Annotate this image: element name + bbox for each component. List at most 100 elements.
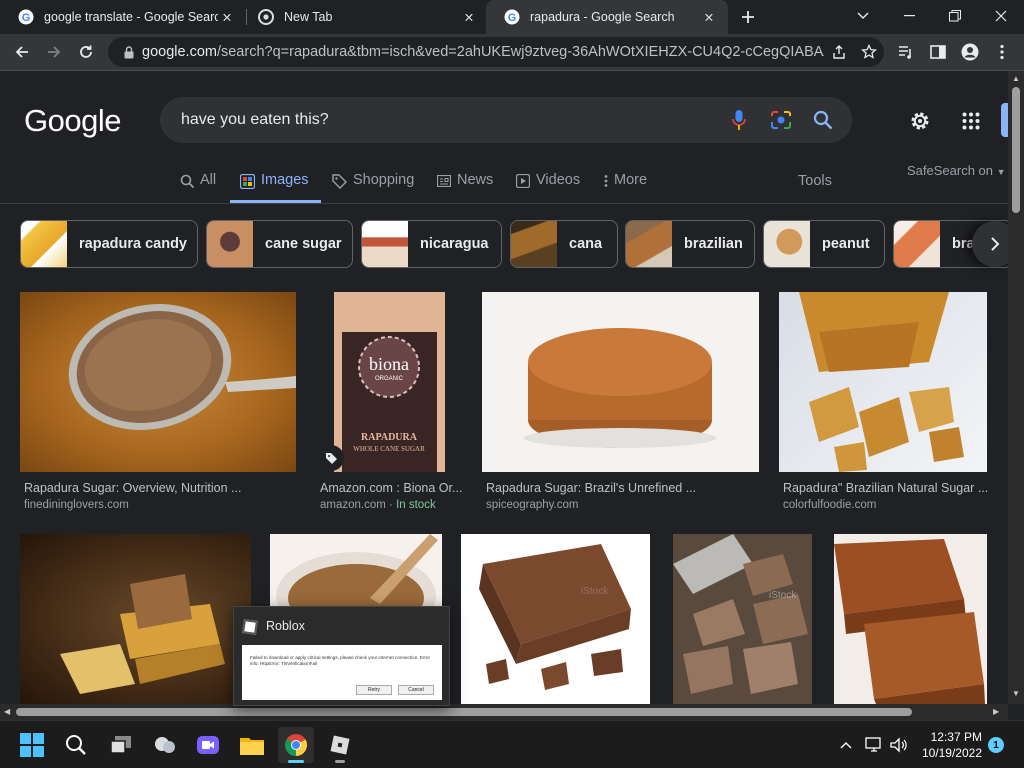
search-submit-button[interactable] (802, 110, 844, 130)
tab-google-translate[interactable]: G google translate - Google Search ✕ (0, 0, 246, 34)
tab-title: google translate - Google Search (44, 10, 218, 24)
bookmark-button[interactable] (854, 44, 884, 60)
tab-news[interactable]: News (437, 167, 493, 203)
lens-search-button[interactable] (760, 110, 802, 130)
url-text[interactable]: google.com/search?q=rapadura&tbm=isch&ve… (142, 44, 824, 60)
image-result[interactable]: iStock (461, 534, 650, 704)
close-window-button[interactable] (978, 0, 1024, 32)
tag-icon (332, 172, 347, 190)
result-source[interactable]: amazon.com · In stock (320, 499, 436, 511)
profile-button[interactable] (956, 38, 984, 66)
close-tab-icon[interactable]: ✕ (460, 8, 478, 26)
chip-cane-sugar[interactable]: cane sugar (206, 220, 353, 268)
chrome-menu-button[interactable] (988, 38, 1016, 66)
rapadura-squares-image (834, 539, 985, 704)
tab-title: New Tab (284, 10, 333, 24)
result-source[interactable]: colorfulfoodie.com (783, 499, 876, 511)
tab-shopping[interactable]: Shopping (332, 167, 414, 203)
media-controls-button[interactable] (892, 38, 920, 66)
chip-label: cane sugar (265, 236, 342, 252)
task-view-button[interactable] (103, 727, 139, 763)
system-clock[interactable]: 12:37 PM 10/19/2022 (918, 729, 982, 761)
show-hidden-icons-button[interactable] (836, 735, 856, 755)
vertical-scrollbar[interactable]: ▲ ▼ (1008, 71, 1024, 704)
tab-search-button[interactable] (840, 0, 886, 32)
cancel-button[interactable]: Cancel (398, 685, 434, 695)
chip-cana[interactable]: cana (510, 220, 618, 268)
retry-button[interactable]: Retry (356, 685, 392, 695)
result-thumbnail[interactable] (834, 534, 987, 704)
image-result[interactable]: iStock (673, 534, 812, 704)
tab-new-tab[interactable]: New Tab ✕ (240, 0, 488, 34)
reload-button[interactable] (72, 38, 100, 66)
roblox-taskbar-button[interactable] (322, 727, 358, 763)
scroll-up-arrow-icon[interactable]: ▲ (1012, 74, 1020, 83)
safesearch-button[interactable]: SafeSearch on ▼ (907, 163, 1006, 178)
result-title[interactable]: Rapadura" Brazilian Natural Sugar ... (783, 481, 988, 495)
image-result[interactable] (20, 534, 251, 704)
chip-rapadura-candy[interactable]: rapadura candy (20, 220, 198, 268)
result-thumbnail[interactable]: iStock (461, 534, 650, 704)
lock-icon[interactable] (116, 45, 142, 59)
result-thumbnail[interactable] (779, 292, 987, 472)
minimize-button[interactable] (886, 0, 932, 32)
result-source[interactable]: spiceography.com (486, 499, 578, 511)
side-panel-button[interactable] (924, 38, 952, 66)
share-button[interactable] (824, 44, 854, 60)
teams-chat-button[interactable] (190, 727, 226, 763)
widgets-button[interactable] (147, 727, 183, 763)
chip-nicaragua[interactable]: nicaragua (361, 220, 502, 268)
tab-more[interactable]: More (604, 167, 647, 203)
tab-all[interactable]: All (180, 167, 216, 203)
close-tab-icon[interactable]: ✕ (218, 8, 236, 26)
tab-videos[interactable]: Videos (516, 167, 580, 203)
file-explorer-button[interactable] (234, 727, 270, 763)
result-thumbnail[interactable] (20, 534, 251, 704)
image-result[interactable]: Rapadura Sugar: Brazil's Unrefined ... s… (482, 292, 759, 517)
tools-button[interactable]: Tools (798, 173, 832, 189)
google-logo[interactable]: Google (24, 103, 121, 139)
volume-button[interactable] (889, 735, 909, 755)
result-thumbnail[interactable] (482, 292, 759, 472)
image-result[interactable] (834, 534, 987, 704)
account-avatar-partial[interactable] (1001, 103, 1008, 137)
search-input[interactable]: have you eaten this? (160, 111, 718, 129)
share-icon (833, 45, 845, 59)
google-apps-button[interactable] (957, 107, 985, 135)
chrome-taskbar-button[interactable] (278, 727, 314, 763)
image-result[interactable]: Rapadura" Brazilian Natural Sugar ... co… (779, 292, 989, 517)
horizontal-scroll-thumb[interactable] (16, 708, 912, 716)
result-title[interactable]: Amazon.com : Biona Or... (320, 481, 462, 495)
result-title[interactable]: Rapadura Sugar: Overview, Nutrition ... (24, 481, 241, 495)
vertical-scroll-thumb[interactable] (1012, 87, 1020, 213)
image-result[interactable]: Rapadura Sugar: Overview, Nutrition ... … (20, 292, 296, 517)
image-result[interactable]: biona ORGANIC RAPADURA WHOLE CANE SUGAR … (316, 292, 466, 517)
roblox-error-dialog[interactable]: Roblox Failed to download or apply criti… (233, 606, 450, 706)
chip-peanut[interactable]: peanut (763, 220, 885, 268)
voice-search-button[interactable] (718, 109, 760, 131)
address-bar[interactable]: google.com/search?q=rapadura&tbm=isch&ve… (108, 37, 884, 67)
result-thumbnail[interactable] (20, 292, 296, 472)
network-status-button[interactable] (864, 735, 884, 755)
scroll-down-arrow-icon[interactable]: ▼ (1012, 689, 1020, 698)
scroll-right-arrow-icon[interactable]: ▶ (993, 707, 999, 716)
search-button[interactable] (58, 727, 94, 763)
horizontal-scrollbar[interactable]: ◀ ▶ (0, 704, 1008, 720)
back-button[interactable] (8, 38, 36, 66)
restore-button[interactable] (932, 0, 978, 32)
result-source[interactable]: finediningl­overs.com (24, 499, 129, 511)
new-tab-button[interactable] (738, 7, 758, 27)
notification-badge[interactable]: 1 (988, 737, 1004, 753)
tab-images[interactable]: Images (230, 167, 321, 203)
result-thumbnail[interactable]: biona ORGANIC RAPADURA WHOLE CANE SUGAR (334, 292, 445, 472)
chip-brazilian[interactable]: brazilian (625, 220, 755, 268)
result-title[interactable]: Rapadura Sugar: Brazil's Unrefined ... (486, 481, 696, 495)
search-box[interactable]: have you eaten this? (160, 97, 852, 143)
tab-rapadura[interactable]: G rapadura - Google Search ✕ (486, 0, 728, 34)
result-thumbnail[interactable]: iStock (673, 534, 812, 704)
forward-button[interactable] (40, 38, 68, 66)
start-button[interactable] (14, 727, 50, 763)
settings-button[interactable] (906, 107, 934, 135)
scroll-left-arrow-icon[interactable]: ◀ (4, 707, 10, 716)
close-tab-icon[interactable]: ✕ (700, 8, 718, 26)
